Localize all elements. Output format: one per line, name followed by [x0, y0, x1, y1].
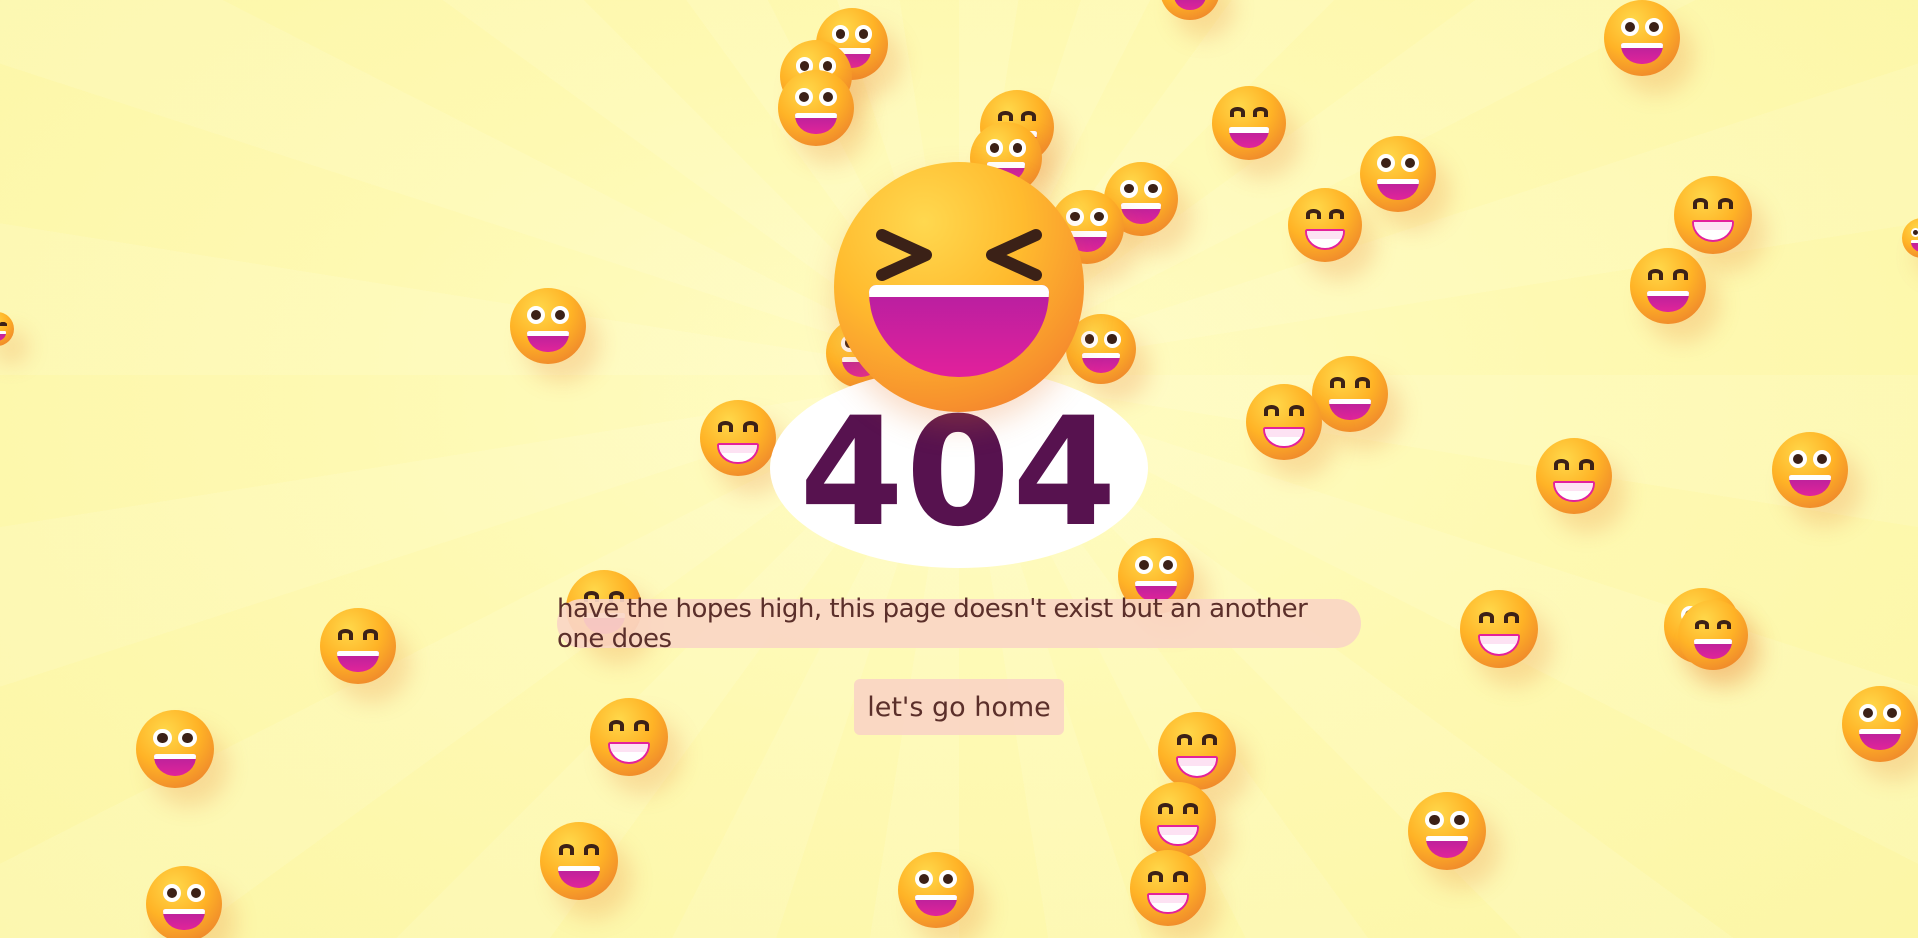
grinning-face-with-big-eyes-icon	[778, 70, 854, 146]
beaming-face-icon	[1140, 782, 1216, 858]
beaming-face-icon	[1536, 438, 1612, 514]
grinning-face-icon	[1630, 248, 1706, 324]
grinning-face-with-big-eyes-icon	[1902, 218, 1918, 258]
grinning-face-with-big-eyes-icon	[898, 852, 974, 928]
grinning-face-with-big-eyes-icon	[1360, 136, 1436, 212]
beaming-face-icon	[590, 698, 668, 776]
beaming-face-icon	[1460, 590, 1538, 668]
grinning-squinting-face-icon	[834, 162, 1084, 412]
beaming-face-icon	[700, 400, 776, 476]
open-mouth	[869, 284, 1049, 377]
grinning-face-with-big-eyes-icon	[136, 710, 214, 788]
grinning-face-with-big-eyes-icon	[1842, 686, 1918, 762]
grinning-face-icon	[0, 312, 14, 346]
grinning-face-with-big-eyes-icon	[146, 866, 222, 938]
grinning-face-with-big-eyes-icon	[510, 288, 586, 364]
grinning-face-icon	[1678, 600, 1748, 670]
grinning-face-icon	[1212, 86, 1286, 160]
beaming-face-icon	[1158, 712, 1236, 790]
home-button[interactable]: let's go home	[854, 679, 1064, 735]
beaming-face-icon	[1246, 384, 1322, 460]
beaming-face-icon	[1674, 176, 1752, 254]
error-code: 404	[799, 386, 1119, 560]
grinning-face-icon	[320, 608, 396, 684]
grinning-face-with-big-eyes-icon	[1772, 432, 1848, 508]
grinning-face-icon	[1312, 356, 1388, 432]
left-squint-eye	[876, 229, 932, 281]
grinning-face-icon	[540, 822, 618, 900]
error-message: have the hopes high, this page doesn't e…	[557, 594, 1361, 654]
grinning-face-with-big-eyes-icon	[1604, 0, 1680, 76]
right-squint-eye	[986, 229, 1042, 281]
grinning-face-icon	[1160, 0, 1220, 20]
beaming-face-icon	[1288, 188, 1362, 262]
beaming-face-icon	[1130, 850, 1206, 926]
grinning-face-with-big-eyes-icon	[1408, 792, 1486, 870]
